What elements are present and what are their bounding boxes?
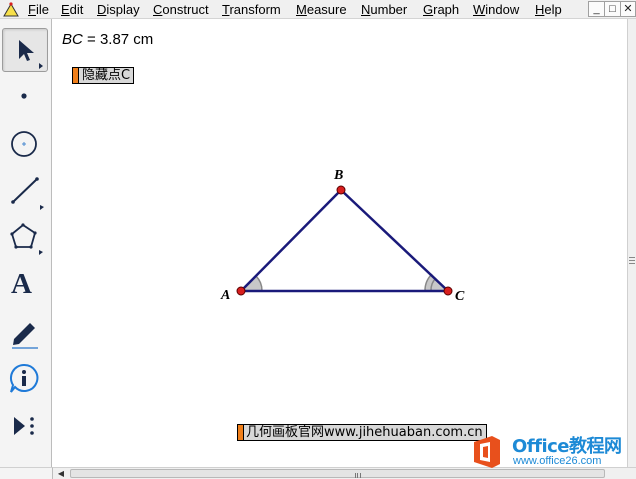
scroll-left-icon[interactable]: ◀ (55, 468, 67, 479)
segment-bc[interactable] (340, 189, 449, 292)
website-link-button[interactable]: 几何画板官网www.jihehuaban.com.cn (237, 424, 487, 441)
segment-ab[interactable] (240, 189, 342, 292)
point-c[interactable] (443, 286, 453, 296)
point-a-label[interactable]: A (221, 288, 230, 304)
vertical-scrollbar[interactable] (627, 19, 636, 467)
point-c-label[interactable]: C (455, 289, 464, 305)
office-logo-icon (474, 436, 500, 468)
point-b-label[interactable]: B (334, 168, 343, 184)
triangle-figure (236, 185, 453, 296)
vertical-scroll-grip-icon (629, 257, 635, 264)
watermark-url: www.office26.com (513, 455, 602, 467)
watermark: Office教程网 www.office26.com (470, 432, 636, 472)
point-a[interactable] (236, 286, 246, 296)
point-b[interactable] (336, 185, 346, 195)
horizontal-scroll-grip-icon (355, 473, 361, 478)
